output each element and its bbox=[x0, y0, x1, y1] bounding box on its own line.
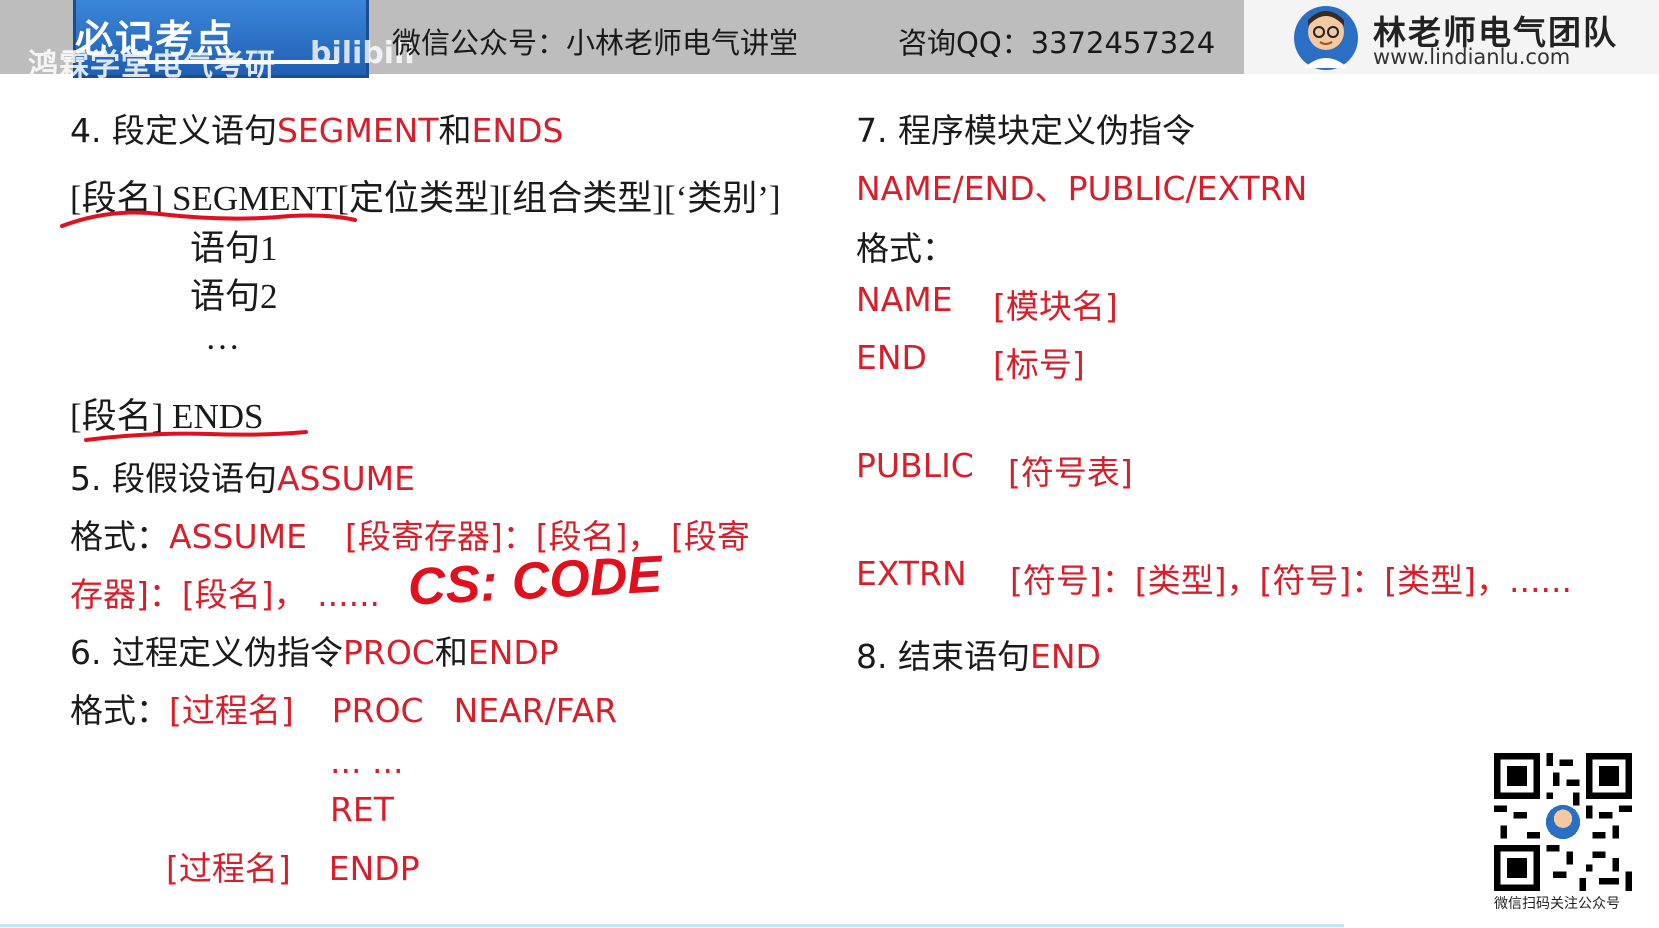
header-bar: 必记考点 鸿霖学堂电气考研 bilibili 微信公众号：小林老师电气讲堂 咨询… bbox=[0, 0, 1659, 83]
endp-keyword: ENDP bbox=[467, 633, 559, 672]
assume-format-kw: ASSUME bbox=[169, 517, 307, 556]
statement-ellipsis: … bbox=[205, 318, 240, 357]
name-keyword: NAME bbox=[856, 280, 953, 319]
section-5-label: 5. 段假设语句 bbox=[70, 459, 277, 498]
proc-name-arg: [过程名] bbox=[169, 691, 294, 730]
end-keyword: END bbox=[856, 338, 927, 377]
format-label: 格式： bbox=[70, 517, 169, 556]
assume-format-args: [段寄存器]：[段名]， [段寄 bbox=[344, 517, 750, 556]
extrn-arg: [符号]：[类型]，[符号]：[类型]，...... bbox=[1010, 561, 1572, 600]
public-arg: [符号表] bbox=[1008, 453, 1133, 492]
section-5-title: 5. 段假设语句ASSUME bbox=[70, 452, 415, 500]
brand-url: www.lindianlu.com bbox=[1373, 45, 1571, 69]
ret-keyword: RET bbox=[330, 790, 394, 829]
proc-body-dots: ... ... bbox=[330, 742, 404, 781]
proc-format-kw: PROC bbox=[331, 691, 424, 730]
section-8-title: 8. 结束语句END bbox=[856, 630, 1101, 678]
qr-code-icon bbox=[1494, 753, 1632, 891]
section-7-format-label: 格式： bbox=[856, 229, 955, 268]
end-arg: [标号] bbox=[993, 345, 1085, 384]
and-text: 和 bbox=[438, 111, 472, 150]
bottom-progress-line bbox=[0, 924, 1344, 927]
proc-keyword: PROC bbox=[342, 633, 435, 672]
statement-1: 语句1 bbox=[190, 229, 278, 268]
endp-name-arg: [过程名] bbox=[166, 849, 291, 888]
watermark-text: 鸿霖学堂电气考研 bbox=[28, 48, 276, 83]
section-6-label: 6. 过程定义伪指令 bbox=[70, 633, 343, 672]
assume-format-line-1: 格式：ASSUME [段寄存器]：[段名]， [段寄 bbox=[70, 510, 750, 558]
section-8-label: 8. 结束语句 bbox=[856, 637, 1030, 676]
qq-contact-text: 咨询QQ：3372457324 bbox=[898, 26, 1216, 60]
segment-keyword: SEGMENT bbox=[276, 111, 439, 150]
assume-format-line-2: 存器]：[段名]， ...... bbox=[70, 575, 381, 614]
proc-format-line: 格式：[过程名] PROC NEAR/FAR bbox=[70, 684, 617, 732]
section-7-keywords: NAME/END、PUBLIC/EXTRN bbox=[856, 169, 1308, 208]
section-4-label: 4. 段定义语句 bbox=[70, 111, 277, 150]
near-far-arg: NEAR/FAR bbox=[453, 691, 618, 730]
public-keyword: PUBLIC bbox=[856, 446, 974, 485]
ends-keyword: ENDS bbox=[471, 111, 564, 150]
name-arg: [模块名] bbox=[993, 287, 1118, 326]
assume-keyword: ASSUME bbox=[276, 459, 415, 498]
end-statement-keyword: END bbox=[1029, 637, 1101, 676]
endp-format-kw: ENDP bbox=[328, 849, 420, 888]
endp-line: [过程名] ENDP bbox=[166, 842, 420, 890]
section-4-title: 4. 段定义语句SEGMENT和ENDS bbox=[70, 104, 563, 152]
section-7-title: 7. 程序模块定义伪指令 bbox=[856, 111, 1195, 150]
and-text-2: 和 bbox=[434, 633, 468, 672]
ends-syntax-line: [段名] ENDS bbox=[70, 397, 264, 436]
format-label-2: 格式： bbox=[70, 691, 169, 730]
section-6-title: 6. 过程定义伪指令PROC和ENDP bbox=[70, 626, 559, 674]
wechat-account-text: 微信公众号：小林老师电气讲堂 bbox=[392, 26, 799, 60]
extrn-keyword: EXTRN bbox=[856, 554, 967, 593]
qr-caption: 微信扫码关注公众号 bbox=[1494, 896, 1620, 912]
segment-syntax-line: [段名] SEGMENT[定位类型][组合类型][‘类别’] bbox=[70, 179, 781, 218]
statement-2: 语句2 bbox=[190, 277, 278, 316]
teacher-avatar-icon bbox=[1294, 6, 1358, 70]
